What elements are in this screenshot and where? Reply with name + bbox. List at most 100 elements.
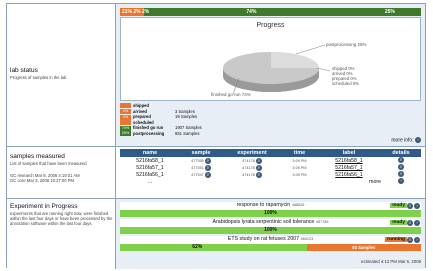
experiments-title: Experiment in Progress	[10, 203, 78, 210]
cell-sample: 477555 ⌕	[180, 157, 222, 164]
legend-swatch: 25%	[120, 131, 131, 137]
cell-experiment: 474178 ⌕	[222, 171, 282, 178]
pie-slice-postprocessing	[271, 52, 319, 68]
experiment-progress-bar: 100%	[120, 210, 421, 217]
lab-status-subtitle: Progress of samples in the lab	[10, 75, 67, 80]
experiments-header: Experiment in Progress experiments that …	[7, 199, 116, 269]
sample-search-icon[interactable]: ⌕	[204, 171, 211, 178]
experiment-name[interactable]: Arabidopsis lyrata serpentinic soil tole…	[212, 219, 314, 225]
experiment-search-icon[interactable]: ⌕	[407, 203, 413, 209]
experiment-name[interactable]: ETS study on rat fetuses 2007	[228, 236, 299, 242]
cell-label-link[interactable]: 5216fa57_1	[317, 164, 381, 171]
pie-label-finished: finished go run 74%	[211, 92, 251, 97]
sample-id: 477555	[191, 158, 204, 163]
experiment-search-icon[interactable]: ⌕	[407, 220, 413, 226]
legend-count: 1907 Samples	[175, 125, 202, 131]
samples-subtitle: List of samples that have been measured	[10, 161, 87, 166]
experiment-name[interactable]: response to rapamycin	[237, 202, 291, 208]
table-row: 5216fa57_1 477551 ⌕ 474178 ⌕ 3:09 PM 521…	[120, 164, 421, 171]
lab-status-title: lab status	[10, 67, 38, 74]
experiments-subtitle: experiments that are running right now, …	[10, 211, 113, 226]
cell-experiment: 474178 ⌕	[222, 157, 282, 164]
progress-label-finished: 74%	[246, 9, 257, 15]
cell-time: 3:09 PM	[292, 158, 307, 163]
experiment-id: 384123	[300, 237, 314, 241]
experiment-search-icon[interactable]: ⌕	[255, 157, 262, 164]
cell-sample: 477551 ⌕	[180, 164, 222, 171]
status-badge: ready	[390, 203, 407, 208]
sample-search-icon[interactable]: ⌕	[204, 164, 211, 171]
cell-time: 3:09 PM	[292, 165, 307, 170]
progress-bar: 21% 2% 2% 74% 25%	[120, 8, 421, 16]
sample-search-icon[interactable]: ⌕	[204, 157, 211, 164]
more-samples-link[interactable]: more	[317, 178, 381, 185]
progress-label: 100%	[264, 210, 277, 216]
cell-details: ⌕	[381, 164, 421, 171]
cell-label-link[interactable]: 5216fa58_1	[317, 157, 381, 164]
legend-count: 3 Samples	[175, 108, 195, 114]
table-row: 5216fa56_1 477547 ⌕ 474178 ⌕ 3:09 PM 521…	[120, 171, 421, 178]
col-time[interactable]: time	[282, 149, 317, 157]
legend-label: postprocessing	[133, 130, 165, 136]
legend-count: 19 Samples	[175, 114, 198, 120]
experiment-search-icon[interactable]: ⌕	[255, 171, 262, 178]
experiment-id: 474178	[242, 172, 255, 177]
estimated-time: estimated 4:12 PM Mar 6, 2008	[361, 259, 421, 264]
cell-time: 3:09 PM	[292, 172, 307, 177]
status-badge: ready	[390, 220, 407, 225]
experiment-progress-bar: 62% 93 Samples	[120, 244, 421, 251]
cell-details: ⌕	[381, 157, 421, 164]
more-info-label: more info:	[391, 137, 414, 143]
details-search-icon[interactable]: ⌕	[398, 164, 404, 171]
progress-pie-chart	[223, 44, 331, 95]
details-search-icon[interactable]: ⌕	[398, 157, 404, 164]
samples-section: samples measured List of samples that ha…	[7, 147, 425, 199]
samples-title: samples measured	[10, 153, 65, 160]
experiment-id: 474178	[242, 158, 255, 163]
table-header-row: name sample experiment time label detail…	[120, 149, 421, 157]
more-samples-arrow-icon[interactable]: ›	[398, 178, 404, 185]
pie-label-scheduled: scheduled 0%	[332, 81, 359, 86]
experiment-name-row: response to rapamycin 468525 ready ⌕ ›	[120, 202, 421, 210]
col-details[interactable]: details	[381, 149, 421, 157]
col-sample[interactable]: sample	[180, 149, 222, 157]
experiment-item: response to rapamycin 468525 ready ⌕ › 1…	[120, 202, 421, 217]
progress-label-early: 21% 2% 2%	[122, 9, 150, 15]
col-label[interactable]: label	[317, 149, 381, 157]
info-arrow-icon[interactable]: ›	[415, 136, 421, 143]
sample-id: 477551	[191, 165, 204, 170]
experiment-id: 457785	[315, 220, 329, 224]
experiment-open-icon[interactable]: ›	[414, 237, 420, 243]
experiment-open-icon[interactable]: ›	[414, 220, 420, 226]
cell-label-link[interactable]: 5216fa56_1	[317, 171, 381, 178]
table-row: 5216fa58_1 477555 ⌕ 474178 ⌕ 3:09 PM 521…	[120, 157, 421, 164]
leader-postprocessing	[295, 44, 326, 55]
samples-header: samples measured List of samples that ha…	[7, 147, 116, 198]
sample-id: 477547	[191, 172, 204, 177]
experiment-search-icon[interactable]: ⌕	[407, 237, 413, 243]
col-experiment[interactable]: experiment	[222, 149, 282, 157]
status-badge: running	[385, 237, 407, 242]
col-name[interactable]: name	[120, 149, 180, 157]
experiment-search-icon[interactable]: ⌕	[255, 164, 262, 171]
legend-item: 25% postprocessing 651 Samples	[120, 131, 202, 137]
experiment-name-row: ETS study on rat fetuses 2007 384123 run…	[120, 236, 421, 244]
experiment-name-row: Arabidopsis lyrata serpentinic soil tole…	[120, 219, 421, 227]
cell-experiment: 474178 ⌕	[222, 164, 282, 171]
dashboard-frame: lab status Progress of samples in the la…	[6, 3, 426, 269]
progress-label: 62%	[192, 244, 203, 250]
more-info-link[interactable]: more info: ›	[391, 136, 421, 143]
experiment-open-icon[interactable]: ›	[414, 203, 420, 209]
details-search-icon[interactable]: ⌕	[398, 171, 404, 178]
experiment-progress-bar: 100%	[120, 227, 421, 234]
table-footer-row: ... more ›	[120, 178, 421, 185]
lab-status-section: lab status Progress of samples in the la…	[7, 4, 425, 147]
status-legend: shipped 2% arrived 3 Samples 2% prepared 19 …	[120, 103, 202, 137]
legend-count: 651 Samples	[175, 130, 200, 136]
experiment-id: 468525	[291, 203, 305, 207]
experiment-item: ETS study on rat fetuses 2007 384123 run…	[120, 236, 421, 251]
progress-chart-panel: Progress postprocessing 25% shipped 0% a…	[120, 17, 421, 101]
lab-status-header: lab status Progress of samples in the la…	[7, 4, 116, 146]
progress-label-postprocessing: 25%	[384, 9, 395, 15]
samples-content: name sample experiment time label detail…	[116, 147, 425, 198]
